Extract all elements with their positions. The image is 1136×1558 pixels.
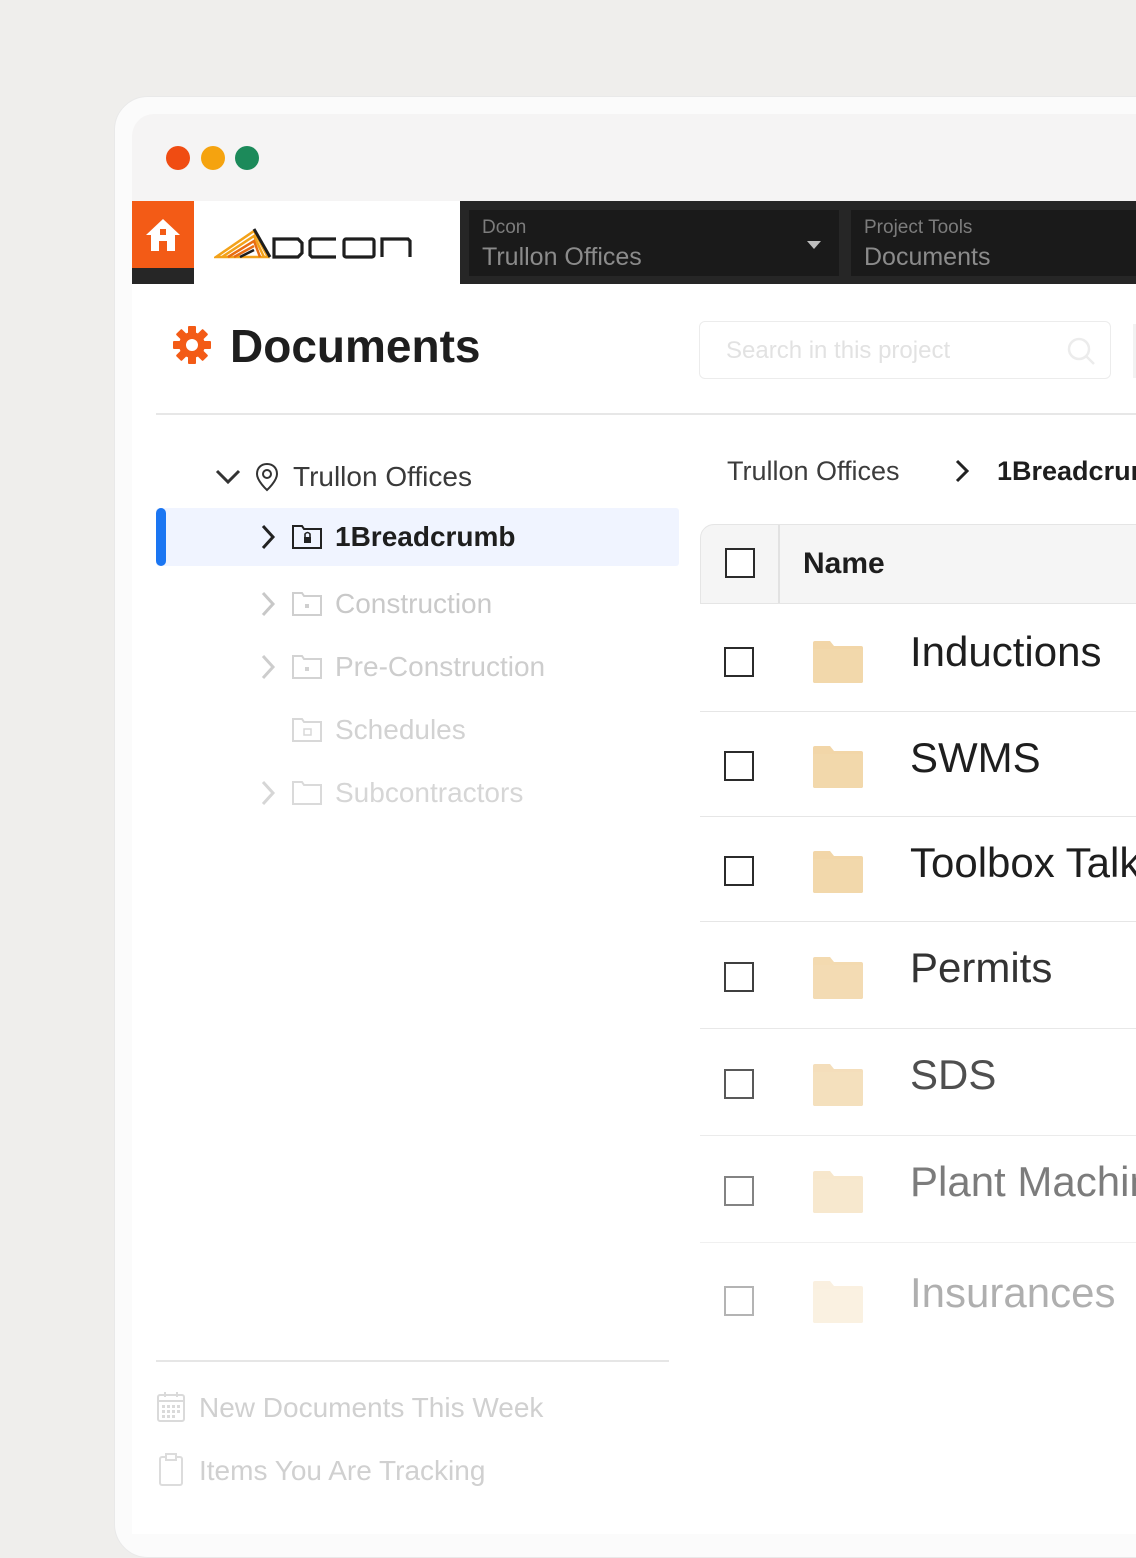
folder-icon — [292, 592, 322, 616]
tree-item-1breadcrumb[interactable]: 1Breadcrumb — [258, 516, 758, 558]
search-input[interactable] — [724, 334, 1058, 368]
row-checkbox[interactable] — [724, 751, 754, 781]
tools-selector[interactable]: Project Tools Documents — [851, 210, 1136, 276]
row-checkbox[interactable] — [724, 1286, 754, 1316]
breadcrumb: Trullon Offices 1Breadcrumb — [727, 450, 1136, 492]
header-divider — [156, 413, 1136, 415]
chevron-right-icon[interactable] — [258, 583, 278, 625]
tree-item-label: Pre-Construction — [335, 651, 546, 682]
folder-icon — [813, 746, 863, 788]
title-bar — [132, 114, 1136, 201]
chevron-right-icon — [955, 459, 970, 483]
table-row[interactable]: SDS — [700, 1029, 1136, 1136]
folder-icon — [813, 1064, 863, 1106]
row-name[interactable]: Insurances — [910, 1269, 1115, 1317]
breadcrumb-current: 1Breadcrumb — [997, 456, 1136, 486]
top-navbar: Dcon Trullon Offices Project Tools Docum… — [132, 201, 1136, 284]
new-documents-label: New Documents This Week — [199, 1392, 544, 1423]
tree-root-trullon-offices[interactable]: Trullon Offices — [214, 456, 614, 498]
minimize-window-button[interactable] — [201, 146, 225, 170]
tree-item-label: Schedules — [335, 714, 466, 745]
home-button[interactable] — [132, 201, 194, 268]
table-row[interactable]: SWMS — [700, 712, 1136, 817]
chevron-down-icon[interactable] — [214, 456, 242, 498]
tree-item-schedules[interactable]: Schedules — [258, 709, 758, 751]
new-documents-link[interactable]: New Documents This Week — [156, 1388, 656, 1428]
folder-icon — [292, 718, 322, 742]
tree-item-label: Construction — [335, 588, 493, 619]
row-checkbox[interactable] — [724, 856, 754, 886]
tracking-items-link[interactable]: Items You Are Tracking — [156, 1451, 656, 1491]
project-selector-value: Trullon Offices — [482, 243, 642, 271]
chevron-right-icon[interactable] — [258, 516, 278, 558]
header-separator — [778, 525, 780, 603]
folder-icon — [813, 957, 863, 999]
folder-icon — [813, 1281, 863, 1323]
table-row[interactable]: Plant Machinery — [700, 1136, 1136, 1243]
tools-selector-value: Documents — [864, 243, 991, 271]
gear-icon — [173, 326, 211, 364]
row-checkbox[interactable] — [724, 647, 754, 677]
folder-icon — [813, 641, 863, 683]
tools-selector-label: Project Tools — [864, 217, 973, 238]
documents-table: Name Inductions SWMS Toolbox Talk Permit… — [700, 524, 1136, 1534]
folder-icon — [292, 655, 322, 679]
table-row[interactable]: Insurances — [700, 1243, 1136, 1355]
row-name[interactable]: Plant Machinery — [910, 1158, 1136, 1206]
clipboard-icon — [159, 1453, 183, 1486]
chevron-down-icon — [807, 241, 821, 249]
tree-item-pre-construction[interactable]: Pre-Construction — [258, 646, 758, 688]
tree-root-label: Trullon Offices — [293, 461, 472, 492]
row-name[interactable]: Inductions — [910, 628, 1101, 676]
logo — [194, 201, 460, 284]
calendar-icon — [157, 1392, 185, 1422]
page-title: Documents — [230, 320, 481, 372]
project-selector[interactable]: Dcon Trullon Offices — [469, 210, 839, 276]
table-row[interactable]: Inductions — [700, 604, 1136, 712]
tree-item-label: 1Breadcrumb — [335, 521, 516, 552]
row-name[interactable]: Permits — [910, 944, 1052, 992]
search-box[interactable] — [699, 321, 1111, 379]
location-pin-icon — [255, 462, 279, 492]
home-icon — [146, 218, 180, 251]
folder-icon — [813, 1171, 863, 1213]
dcon-logo — [214, 228, 412, 259]
tree-item-subcontractors[interactable]: Subcontractors — [258, 772, 758, 814]
table-row[interactable]: Permits — [700, 922, 1136, 1029]
table-header: Name — [700, 524, 1136, 604]
row-checkbox[interactable] — [724, 1176, 754, 1206]
tracking-items-label: Items You Are Tracking — [199, 1455, 486, 1486]
row-name[interactable]: SDS — [910, 1051, 996, 1099]
search-icon[interactable] — [1066, 336, 1096, 366]
folder-icon — [292, 781, 322, 805]
breadcrumb-item[interactable]: Trullon Offices — [727, 450, 900, 492]
row-checkbox[interactable] — [724, 962, 754, 992]
row-checkbox[interactable] — [724, 1069, 754, 1099]
tree-selected-indicator — [156, 508, 166, 566]
column-header-name[interactable]: Name — [803, 543, 885, 585]
table-row[interactable]: Toolbox Talks — [700, 817, 1136, 922]
tree-item-label: Subcontractors — [335, 777, 524, 808]
row-name[interactable]: Toolbox Talks — [910, 839, 1136, 887]
chevron-right-icon[interactable] — [258, 646, 278, 688]
sidebar-divider — [156, 1360, 669, 1362]
tree-item-construction[interactable]: Construction — [258, 583, 758, 625]
project-selector-label: Dcon — [482, 217, 527, 238]
select-all-checkbox[interactable] — [725, 548, 755, 578]
close-window-button[interactable] — [166, 146, 190, 170]
maximize-window-button[interactable] — [235, 146, 259, 170]
locked-folder-icon — [292, 525, 322, 549]
row-name[interactable]: SWMS — [910, 734, 1041, 782]
folder-icon — [813, 851, 863, 893]
app-window: Dcon Trullon Offices Project Tools Docum… — [132, 114, 1136, 1534]
chevron-right-icon[interactable] — [258, 772, 278, 814]
